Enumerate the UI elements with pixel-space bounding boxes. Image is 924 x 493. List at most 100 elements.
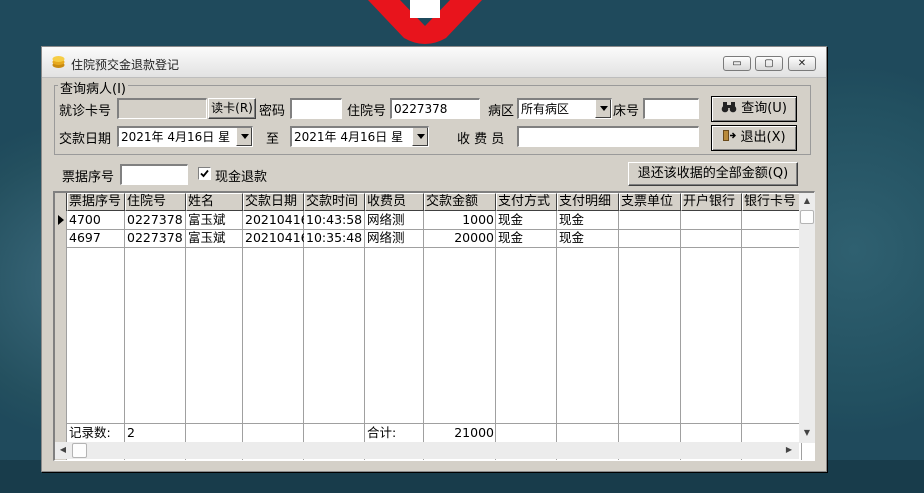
receipt-number-label: 票据序号 [62, 170, 115, 185]
column-header-cheque-unit[interactable]: 支票单位 [619, 193, 681, 211]
column-header-pay-time[interactable]: 交款时间 [304, 193, 365, 211]
table-cell-amount: 20000 [454, 230, 494, 245]
cashier-label: 收 费 员 [457, 132, 505, 147]
chevron-down-icon [600, 106, 608, 111]
table-cell-name: 富玉斌 [188, 230, 226, 245]
table-cell-pay-time: 10:35:48 [306, 230, 363, 245]
table-cell-amount: 1000 [462, 212, 494, 227]
maximize-icon: ▢ [764, 58, 774, 69]
table-cell-bank [681, 211, 742, 229]
bed-number-field[interactable] [643, 98, 699, 119]
column-header-pay-method[interactable]: 支付方式 [496, 193, 557, 211]
current-row-pointer-icon [58, 215, 64, 225]
record-count-value: 2 [127, 425, 135, 440]
table-cell-cashier: 网络测 [367, 212, 405, 227]
chevron-down-icon [417, 134, 425, 139]
vertical-scroll-thumb[interactable] [800, 210, 814, 224]
column-header-bank[interactable]: 开户银行 [681, 193, 742, 211]
table-cell-receipt-no: 4700 [69, 212, 101, 227]
date-to-dropdown-button[interactable] [412, 128, 428, 146]
column-header-name[interactable]: 姓名 [186, 193, 243, 211]
column-header-pay-date[interactable]: 交款日期 [243, 193, 304, 211]
table-cell-bank-card [742, 229, 802, 247]
minimize-icon: ▭ [732, 58, 742, 69]
column-header-inpatient-no[interactable]: 住院号 [125, 193, 186, 211]
scroll-down-icon[interactable]: ▼ [799, 425, 815, 441]
cash-refund-checkbox[interactable] [198, 167, 211, 180]
scroll-left-icon[interactable]: ◀ [55, 442, 71, 458]
column-header-amount[interactable]: 交款金额 [424, 193, 496, 211]
refund-all-button[interactable]: 退还该收据的全部金额(Q) [628, 162, 798, 186]
cash-refund-label: 现金退款 [215, 170, 268, 185]
table-cell-inpatient-no: 0227378 [127, 230, 183, 245]
ward-select-value: 所有病区 [521, 102, 570, 116]
table-cell-pay-date: 20210416 [245, 212, 304, 227]
scroll-up-icon[interactable]: ▲ [799, 193, 815, 209]
query-group-label: 查询病人(I) [58, 78, 128, 97]
red-cross-logo-icon [368, 0, 482, 44]
exit-button[interactable]: 退出(X) [711, 125, 797, 151]
total-amount-value: 21000 [454, 425, 494, 440]
card-number-label: 就诊卡号 [59, 104, 112, 119]
total-label: 合计: [367, 425, 397, 440]
date-from-dropdown-button[interactable] [236, 128, 252, 146]
column-header-receipt-no[interactable]: 票据序号 [67, 193, 125, 211]
date-to-picker[interactable]: 2021年 4月16日 星 [290, 126, 429, 147]
date-from-picker[interactable]: 2021年 4月16日 星 [117, 126, 253, 147]
table-cell-pay-detail: 现金 [559, 230, 585, 245]
payment-records-table: 票据序号 住院号 姓名 交款日期 交款时间 收费员 交款金额 支付方式 支付明细 支票单位 开户银行… [53, 191, 815, 461]
table-cell-receipt-no: 4697 [69, 230, 101, 245]
ward-label: 病区 [488, 104, 515, 119]
table-cell-name: 富玉斌 [188, 212, 226, 227]
card-number-field[interactable] [117, 98, 207, 119]
minimize-button[interactable]: ▭ [723, 56, 751, 71]
password-field[interactable] [290, 98, 342, 119]
date-to-label: 至 [266, 132, 280, 147]
table-cell-pay-method: 现金 [498, 212, 524, 227]
bed-number-label: 床号 [613, 104, 640, 119]
ward-dropdown-button[interactable] [595, 100, 611, 118]
close-icon: ✕ [797, 58, 807, 69]
read-card-button[interactable]: 读卡(R) [208, 98, 256, 119]
checkmark-icon [200, 169, 209, 178]
vertical-scrollbar[interactable]: ▲ ▼ [799, 193, 815, 443]
column-header-bank-card[interactable]: 银行卡号 [742, 193, 802, 211]
window-title: 住院预交金退款登记 [71, 58, 180, 72]
receipt-number-field[interactable] [120, 164, 188, 185]
horizontal-scrollbar[interactable]: ◀ ▶ [55, 442, 799, 459]
table-cell-pay-time: 10:43:58 [306, 212, 363, 227]
ward-select[interactable]: 所有病区 [517, 98, 612, 119]
table-cell-pay-method: 现金 [498, 230, 524, 245]
table-cell-cashier: 网络测 [367, 230, 405, 245]
payment-date-label: 交款日期 [59, 132, 112, 147]
table-cell-cheque-unit [619, 211, 681, 229]
inpatient-number-field[interactable]: 0227378 [390, 98, 480, 119]
column-header-cashier[interactable]: 收费员 [365, 193, 424, 211]
refund-registration-window: 住院预交金退款登记 ▭ ▢ ✕ 查询病人(I) 就诊卡号 读卡(R) 密码 住院… [41, 46, 827, 472]
door-exit-icon [723, 130, 737, 141]
grid-line [67, 247, 802, 248]
coin-stack-icon [52, 56, 65, 68]
chevron-down-icon [241, 134, 249, 139]
binoculars-icon [721, 102, 737, 113]
close-button[interactable]: ✕ [788, 56, 816, 71]
table-cell-bank-card [742, 211, 802, 229]
search-button[interactable]: 查询(U) [711, 96, 797, 122]
table-cell-pay-date: 20210416 [245, 230, 304, 245]
cashier-field[interactable] [517, 126, 699, 147]
search-button-label: 查询(U) [741, 101, 787, 116]
maximize-button[interactable]: ▢ [755, 56, 783, 71]
table-cell-cheque-unit [619, 229, 681, 247]
password-label: 密码 [259, 104, 286, 119]
table-cell-pay-detail: 现金 [559, 212, 585, 227]
title-bar[interactable]: 住院预交金退款登记 ▭ ▢ ✕ [42, 47, 826, 78]
table-cell-inpatient-no: 0227378 [127, 212, 183, 227]
exit-button-label: 退出(X) [740, 130, 786, 145]
horizontal-scroll-thumb[interactable] [72, 443, 87, 458]
date-to-value: 2021年 4月16日 星 [294, 130, 404, 144]
scroll-right-icon[interactable]: ▶ [781, 442, 797, 458]
date-from-value: 2021年 4月16日 星 [121, 130, 231, 144]
column-header-pay-detail[interactable]: 支付明细 [557, 193, 619, 211]
table-cell-bank [681, 229, 742, 247]
inpatient-number-label: 住院号 [347, 104, 387, 119]
